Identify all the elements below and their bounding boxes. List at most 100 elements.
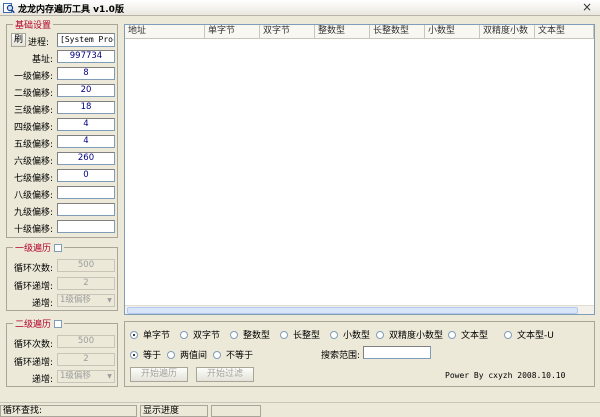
radio-button-icon[interactable] — [167, 351, 175, 359]
offset-input-6[interactable]: 260 — [57, 152, 115, 165]
value-type-option-6[interactable]: 双精度小数型 — [376, 328, 443, 341]
offset-input-7[interactable]: 0 — [57, 169, 115, 182]
value-type-option-3[interactable]: 整数型 — [230, 328, 270, 341]
loop2-title: 二级遍历 — [13, 317, 65, 330]
offset-input-4[interactable]: 4 — [57, 118, 115, 131]
loop2-count-input[interactable]: 500 — [57, 335, 115, 348]
loop2-increment-value: 1级偏移 — [60, 371, 91, 381]
radio-button-icon[interactable] — [180, 331, 188, 339]
base-address-input[interactable]: 997734 — [57, 50, 115, 63]
loop2-increment-label: 递增: — [31, 375, 53, 385]
loop2-step-label: 循环递增: — [13, 358, 53, 368]
process-select[interactable]: [System Proc — [57, 33, 115, 47]
refresh-process-button[interactable]: 刷 — [11, 33, 26, 47]
loop2-group: 二级遍历 循环次数: 500 循环递增: 2 递增: 1级偏移 ▼ — [6, 317, 118, 387]
radio-button-icon[interactable] — [230, 331, 238, 339]
value-type-option-5[interactable]: 小数型 — [330, 328, 370, 341]
loop1-group: 一级遍历 循环次数: 500 循环递增: 2 递增: 1级偏移 ▼ — [6, 241, 118, 311]
offset-label-2: 二级偏移: — [13, 89, 53, 99]
results-list-header: 地址 单字节 双字节 整数型 长整数型 小数型 双精度小数 文本型 — [125, 25, 594, 39]
offset-input-9[interactable] — [57, 203, 115, 216]
loop1-step-input[interactable]: 2 — [57, 277, 115, 290]
compare-option-3[interactable]: 不等于 — [213, 348, 253, 361]
loop2-step-input[interactable]: 2 — [57, 353, 115, 366]
loop1-enable-checkbox[interactable] — [54, 244, 63, 252]
column-header-5[interactable]: 长整数型 — [370, 25, 425, 38]
credit-text: Power By cxyzh 2008.10.10 — [445, 371, 566, 380]
horizontal-scrollbar[interactable] — [125, 305, 594, 314]
process-select-value: [System Proc — [60, 35, 115, 44]
close-button[interactable]: × — [580, 0, 594, 15]
offset-label-6: 六级偏移: — [13, 157, 53, 167]
column-header-2[interactable]: 单字节 — [205, 25, 260, 38]
loop1-increment-label: 递增: — [31, 299, 53, 309]
loop1-step-label: 循环递增: — [13, 282, 53, 292]
value-type-option-4[interactable]: 长整型 — [280, 328, 320, 341]
search-range-input[interactable] — [363, 346, 431, 359]
base-settings-group: 基础设置 刷 进程: [System Proc 基址: 997734 一级偏移:… — [6, 18, 118, 238]
chevron-down-icon: ▼ — [107, 373, 112, 380]
value-type-option-1[interactable]: 单字节 — [130, 328, 170, 341]
chevron-down-icon: ▼ — [107, 297, 112, 304]
offset-label-1: 一级偏移: — [13, 72, 53, 82]
start-filter-button[interactable]: 开始过滤 — [196, 367, 254, 382]
column-header-4[interactable]: 整数型 — [315, 25, 370, 38]
radio-button-icon[interactable] — [504, 331, 512, 339]
value-type-option-label: 文本型-U — [517, 331, 554, 341]
radio-button-icon[interactable] — [130, 351, 138, 359]
scrollbar-thumb[interactable] — [127, 307, 578, 314]
value-type-option-label: 整数型 — [243, 331, 271, 341]
offset-input-8[interactable] — [57, 186, 115, 199]
radio-button-icon[interactable] — [130, 331, 138, 339]
radio-button-icon[interactable] — [330, 331, 338, 339]
value-type-option-label: 双字节 — [193, 331, 221, 341]
radio-button-icon[interactable] — [213, 351, 221, 359]
value-type-option-label: 长整型 — [293, 331, 321, 341]
value-type-option-label: 小数型 — [343, 331, 371, 341]
offset-label-9: 九级偏移: — [13, 208, 53, 218]
radio-button-icon[interactable] — [280, 331, 288, 339]
value-type-option-8[interactable]: 文本型-U — [504, 328, 554, 341]
search-range-label: 搜索范围: — [321, 351, 361, 361]
start-traverse-button[interactable]: 开始遍历 — [130, 367, 188, 382]
column-header-3[interactable]: 双字节 — [260, 25, 315, 38]
value-type-option-2[interactable]: 双字节 — [180, 328, 220, 341]
status-bar: 循环查找: 显示进度 — [0, 402, 600, 417]
value-type-option-7[interactable]: 文本型 — [448, 328, 488, 341]
results-list[interactable]: 地址 单字节 双字节 整数型 长整数型 小数型 双精度小数 文本型 — [124, 24, 595, 315]
title-bar: 龙龙内存遍历工具 v1.0版 × — [0, 0, 600, 16]
loop1-increment-select[interactable]: 1级偏移 ▼ — [57, 294, 115, 307]
value-type-option-label: 单字节 — [143, 331, 171, 341]
offset-input-2[interactable]: 20 — [57, 84, 115, 97]
offset-input-3[interactable]: 18 — [57, 101, 115, 114]
loop2-increment-select[interactable]: 1级偏移 ▼ — [57, 370, 115, 383]
column-header-6[interactable]: 小数型 — [425, 25, 480, 38]
status-loop-find: 循环查找: — [0, 405, 137, 417]
app-magnifier-icon — [3, 3, 15, 14]
offset-input-10[interactable] — [57, 220, 115, 233]
offset-label-10: 十级偏移: — [13, 225, 53, 235]
compare-option-1[interactable]: 等于 — [130, 348, 161, 361]
base-address-label: 基址: — [31, 55, 53, 65]
offset-input-1[interactable]: 8 — [57, 67, 115, 80]
process-label: 进程: — [28, 38, 50, 48]
value-type-option-label: 文本型 — [461, 331, 489, 341]
loop1-increment-value: 1级偏移 — [60, 295, 91, 305]
compare-option-label: 等于 — [143, 351, 162, 361]
loop2-count-label: 循环次数: — [13, 340, 53, 350]
offset-label-5: 五级偏移: — [13, 140, 53, 150]
column-header-8[interactable]: 文本型 — [535, 25, 594, 38]
loop2-enable-checkbox[interactable] — [54, 320, 63, 328]
value-type-option-label: 双精度小数型 — [389, 331, 444, 341]
radio-button-icon[interactable] — [448, 331, 456, 339]
loop1-title: 一级遍历 — [13, 241, 65, 254]
column-header-7[interactable]: 双精度小数 — [480, 25, 535, 38]
status-progress: 显示进度 — [140, 405, 208, 417]
base-settings-title: 基础设置 — [13, 18, 54, 31]
compare-option-2[interactable]: 两值间 — [167, 348, 207, 361]
radio-button-icon[interactable] — [376, 331, 384, 339]
loop1-count-input[interactable]: 500 — [57, 259, 115, 272]
offset-input-5[interactable]: 4 — [57, 135, 115, 148]
column-header-1[interactable]: 地址 — [125, 25, 205, 38]
status-extra — [211, 405, 261, 417]
